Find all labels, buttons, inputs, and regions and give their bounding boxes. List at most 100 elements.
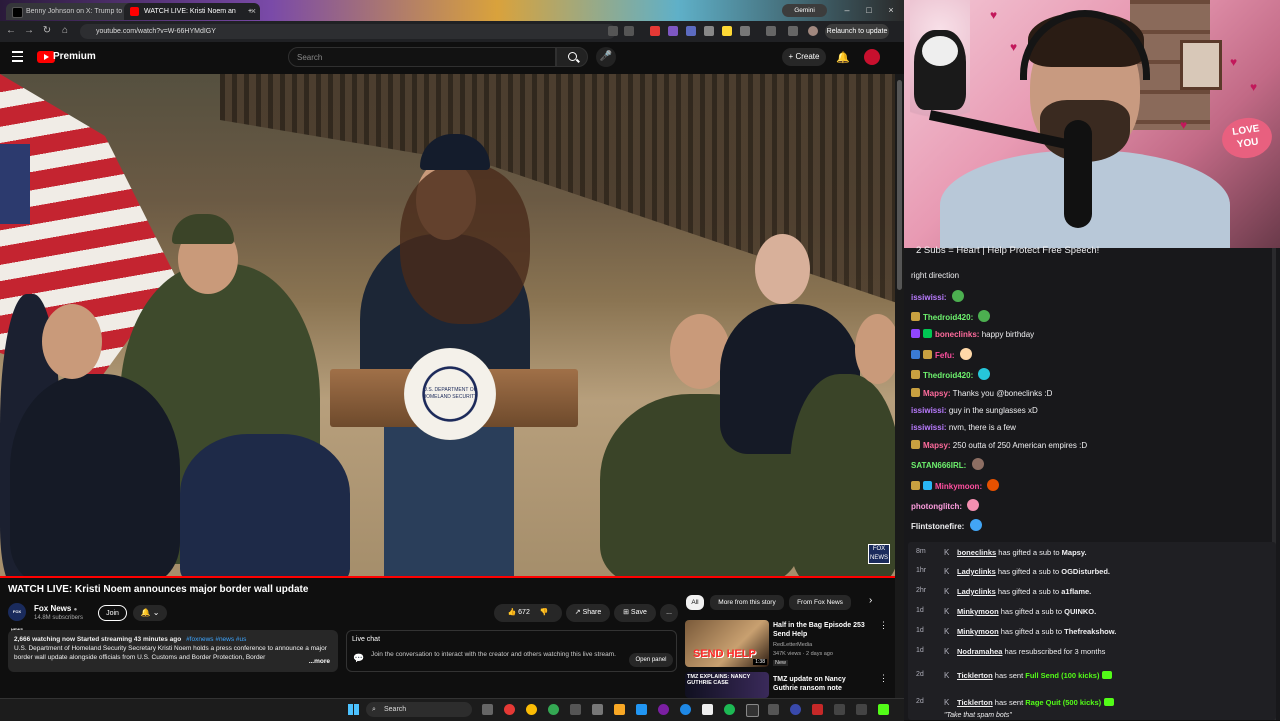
- app-icon[interactable]: [636, 704, 647, 715]
- chip-from-fox-news[interactable]: From Fox News: [789, 595, 851, 610]
- subscription-bell-button[interactable]: 🔔 ⌄: [133, 605, 167, 621]
- chat-username[interactable]: Mapsy:: [923, 441, 951, 450]
- account-avatar[interactable]: [864, 49, 880, 65]
- extension-icon[interactable]: [668, 26, 678, 36]
- chat-username[interactable]: Flintstonefire:: [911, 522, 964, 531]
- youtube-premium-logo[interactable]: Premium: [53, 51, 96, 62]
- app-icon[interactable]: [504, 704, 515, 715]
- activity-user[interactable]: boneclinks: [957, 548, 996, 557]
- recommendation-title[interactable]: TMZ update on Nancy Guthrie ransom note: [773, 675, 869, 693]
- app-icon[interactable]: [834, 704, 845, 715]
- close-window-icon[interactable]: ×: [880, 2, 902, 18]
- chat-username[interactable]: issiwissi:: [911, 423, 947, 432]
- video-player[interactable]: U.S. DEPARTMENT OF HOMELAND SECURITY FOX…: [0, 74, 895, 577]
- chip-more-from-story[interactable]: More from this story: [710, 595, 784, 610]
- new-tab-button[interactable]: +: [244, 3, 256, 20]
- recommendation-title[interactable]: Half in the Bag Episode 253 Send Help: [773, 621, 869, 639]
- chat-username[interactable]: issiwissi:: [911, 293, 947, 302]
- chat-username[interactable]: Fefu:: [935, 351, 955, 360]
- chat-username[interactable]: Thedroid420:: [923, 371, 973, 380]
- activity-user[interactable]: Ticklerton: [957, 698, 993, 707]
- extension-icon[interactable]: [704, 26, 714, 36]
- relaunch-button[interactable]: Relaunch to update: [825, 24, 889, 39]
- notifications-bell-icon[interactable]: 🔔: [836, 51, 850, 64]
- extension-icon[interactable]: [722, 26, 732, 36]
- gemini-button[interactable]: Gemini: [782, 4, 827, 17]
- chat-username[interactable]: Minkymoon:: [935, 482, 982, 491]
- home-icon[interactable]: ⌂: [58, 24, 72, 38]
- join-button[interactable]: Join: [98, 605, 127, 621]
- save-button[interactable]: ⊞ Save: [614, 604, 656, 622]
- app-icon[interactable]: [856, 704, 867, 715]
- forward-icon[interactable]: →: [22, 24, 36, 38]
- side-panel-icon[interactable]: [766, 26, 776, 36]
- maximize-icon[interactable]: □: [858, 2, 880, 18]
- app-icon[interactable]: [680, 704, 691, 715]
- description-tags[interactable]: #foxnews #news #us: [186, 636, 246, 643]
- chat-username[interactable]: Thedroid420:: [923, 313, 973, 322]
- extensions-puzzle-icon[interactable]: [740, 26, 750, 36]
- dislike-button[interactable]: 👎: [540, 609, 549, 616]
- app-icon[interactable]: [768, 704, 779, 715]
- url-field[interactable]: youtube.com/watch?v=W-66HYMdIGY: [80, 24, 616, 39]
- search-input[interactable]: Search: [288, 47, 556, 67]
- download-icon[interactable]: [788, 26, 798, 36]
- app-icon[interactable]: [812, 704, 823, 715]
- bookmark-star-icon[interactable]: [624, 26, 634, 36]
- recommendation-thumbnail[interactable]: TMZ EXPLAINS: NANCY GUTHRIE CASE: [685, 672, 769, 698]
- more-options-icon[interactable]: ⋮: [879, 673, 888, 684]
- tab-watch-live[interactable]: WATCH LIVE: Kristi Noem an ×: [124, 3, 260, 20]
- reload-icon[interactable]: ↻: [40, 24, 54, 38]
- taskbar-search[interactable]: ⌕ Search: [366, 702, 472, 717]
- file-explorer-icon[interactable]: [614, 704, 625, 715]
- back-icon[interactable]: ←: [4, 24, 18, 38]
- description-box[interactable]: 2,666 watching now Started streaming 43 …: [8, 630, 338, 672]
- chrome-icon[interactable]: [548, 704, 559, 715]
- windows-start-icon[interactable]: [348, 704, 359, 715]
- scrollbar-thumb[interactable]: [897, 80, 902, 290]
- chat-username[interactable]: issiwissi:: [911, 406, 947, 415]
- open-panel-button[interactable]: Open panel: [629, 653, 673, 667]
- extension-icon[interactable]: [650, 26, 660, 36]
- app-icon[interactable]: [702, 704, 713, 715]
- chevron-right-icon[interactable]: ›: [869, 595, 872, 606]
- like-button[interactable]: 👍 672: [507, 609, 529, 616]
- minimize-icon[interactable]: –: [836, 2, 858, 18]
- search-button[interactable]: [556, 47, 588, 67]
- recommendation-thumbnail[interactable]: SEND HELP 1:38: [685, 620, 769, 667]
- chrome-icon[interactable]: [526, 704, 537, 715]
- video-progress-bar[interactable]: [0, 576, 895, 578]
- activity-user[interactable]: Minkymoon: [957, 607, 999, 616]
- kick-icon[interactable]: [878, 704, 889, 715]
- obs-icon[interactable]: [658, 704, 669, 715]
- channel-avatar[interactable]: FOX NEWS: [8, 603, 26, 632]
- more-options-icon[interactable]: ⋮: [879, 620, 888, 631]
- profile-avatar-icon[interactable]: [808, 26, 818, 36]
- chat-username[interactable]: photonglitch:: [911, 502, 962, 511]
- app-icon[interactable]: [790, 704, 801, 715]
- chat-username[interactable]: Mapsy:: [923, 389, 951, 398]
- microphone-icon[interactable]: 🎤: [596, 47, 616, 67]
- description-more-link[interactable]: ...more: [304, 657, 330, 666]
- task-view-icon[interactable]: [482, 704, 493, 715]
- activity-user[interactable]: Nodramahea: [957, 647, 1002, 656]
- hamburger-menu-icon[interactable]: [12, 51, 23, 62]
- app-icon[interactable]: [592, 704, 603, 715]
- chip-all[interactable]: All: [686, 595, 704, 610]
- app-icon[interactable]: [746, 704, 759, 717]
- activity-user[interactable]: Minkymoon: [957, 627, 999, 636]
- app-icon[interactable]: [570, 704, 581, 715]
- channel-name[interactable]: Fox News ●: [34, 604, 77, 613]
- activity-user[interactable]: Ticklerton: [957, 671, 993, 680]
- create-button[interactable]: + Create: [782, 48, 826, 66]
- tab-benny-johnson[interactable]: Benny Johnson on X: Trump to ×: [6, 3, 138, 20]
- spotify-icon[interactable]: [724, 704, 735, 715]
- install-app-icon[interactable]: [608, 26, 618, 36]
- chat-username[interactable]: boneclinks:: [935, 330, 979, 339]
- activity-user[interactable]: Ladyclinks: [957, 587, 996, 596]
- more-actions-button[interactable]: ...: [660, 604, 678, 622]
- share-button[interactable]: ↗ Share: [566, 604, 610, 622]
- extension-icon[interactable]: [686, 26, 696, 36]
- activity-user[interactable]: Ladyclinks: [957, 567, 996, 576]
- chat-username[interactable]: SATAN666IRL:: [911, 461, 966, 470]
